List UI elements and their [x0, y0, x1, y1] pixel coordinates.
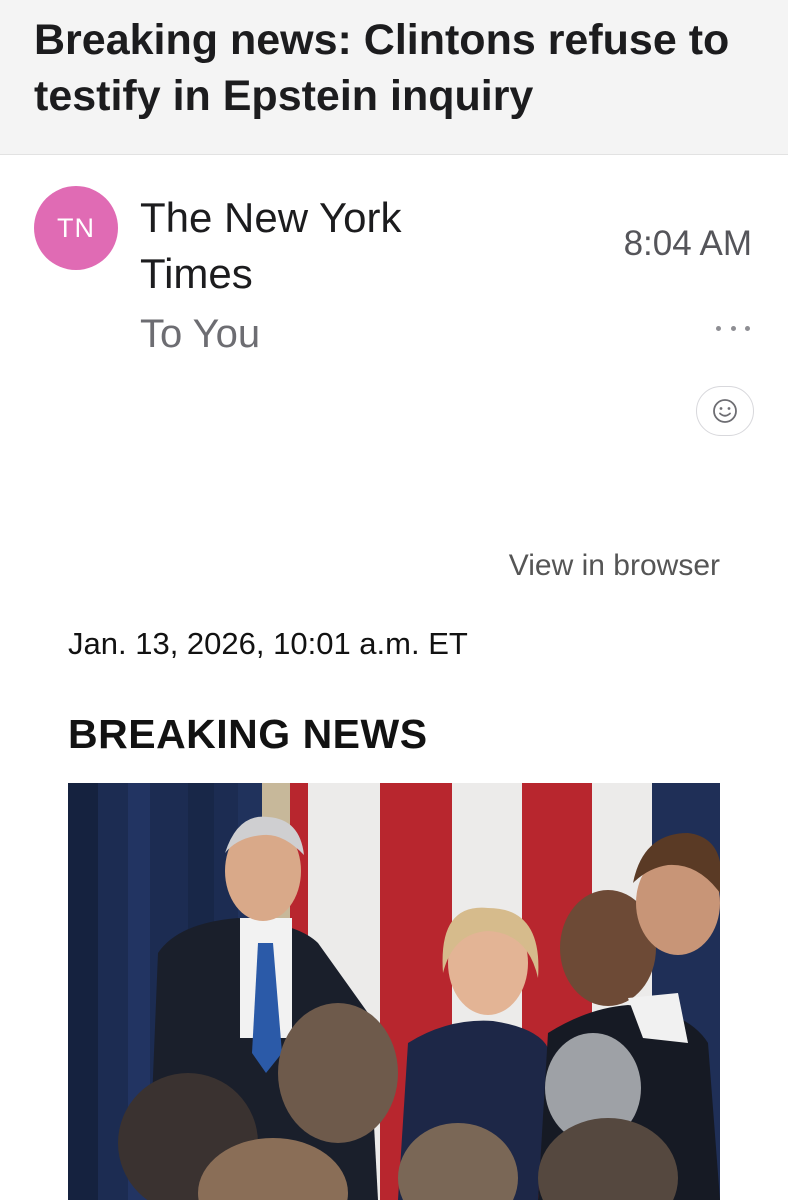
- smiley-icon: [713, 399, 737, 423]
- add-reaction-button[interactable]: [696, 386, 754, 436]
- more-dots-icon: [716, 325, 721, 331]
- avatar-initials: TN: [57, 212, 95, 243]
- news-photo-illustration: [68, 783, 720, 1200]
- email-header: Breaking news: Clintons refuse to testif…: [0, 0, 788, 155]
- received-time: 8:04 AM: [623, 224, 752, 263]
- email-subject: Breaking news: Clintons refuse to testif…: [34, 16, 730, 120]
- sender-name[interactable]: The New York Times: [140, 190, 410, 302]
- breaking-news-heading: BREAKING NEWS: [68, 711, 428, 757]
- news-photo[interactable]: [68, 783, 720, 1200]
- more-options-button[interactable]: [716, 316, 750, 340]
- article-dateline: Jan. 13, 2026, 10:01 a.m. ET: [68, 626, 468, 661]
- recipient-line[interactable]: To You: [140, 308, 260, 360]
- view-in-browser-link[interactable]: View in browser: [509, 546, 720, 586]
- sender-avatar[interactable]: TN: [34, 186, 118, 270]
